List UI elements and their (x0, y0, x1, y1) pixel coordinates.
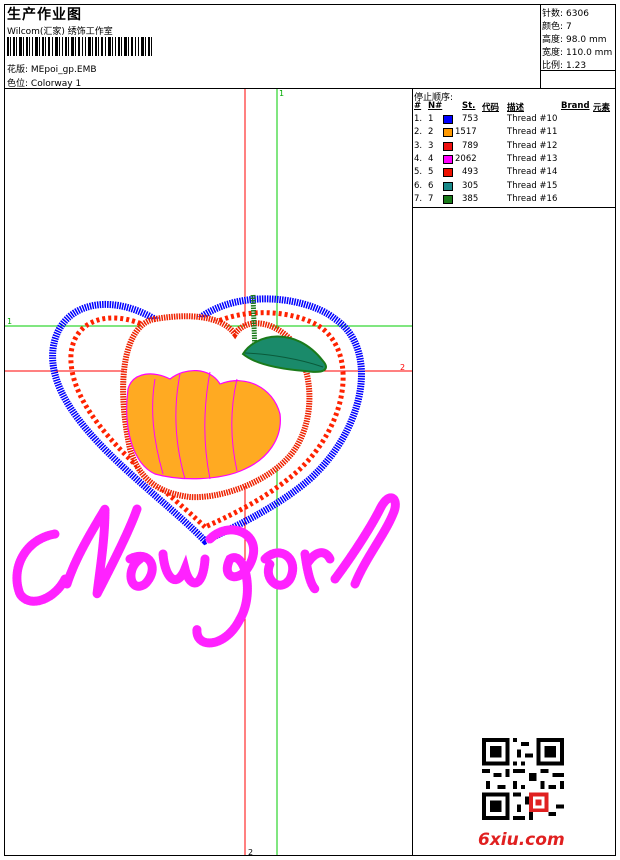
thread-swatch (443, 154, 453, 164)
guide-marker-right: 2 (400, 363, 405, 372)
thread-swatch (443, 194, 453, 204)
thread-swatch (443, 168, 453, 178)
table-row: 3. 3 789 Thread #12 (414, 140, 558, 151)
info-height: 高度: 98.0 mm (542, 35, 607, 45)
table-row: 4. 4 2062 Thread #13 (414, 153, 558, 164)
guide-marker-bottom: 2 (248, 848, 253, 855)
thread-swatch (443, 115, 453, 124)
thread-swatch (443, 141, 453, 151)
table-row: 1. 1 753 Thread #10 (414, 114, 558, 124)
info-divider (540, 4, 541, 88)
table-row: 6. 6 305 Thread #15 (414, 180, 558, 191)
thread-swatch (443, 128, 453, 138)
info-width: 宽度: 110.0 mm (542, 48, 613, 58)
design-file: 花版: MEpoi_gp.EMB (7, 65, 97, 75)
design-canvas: 1 1 2 2 (5, 89, 412, 855)
watermark-logo: 6xiu.com (478, 830, 565, 850)
table-header: # N# St. 代码 描述 Brand 元素 (414, 101, 611, 113)
newpoi-lettering (12, 492, 400, 648)
table-bottom-rule (412, 207, 616, 208)
studio-name: Wilcom(汇家) 绣饰工作室 (7, 27, 113, 37)
table-row: 7. 7 385 Thread #16 (414, 193, 558, 204)
table-row: 5. 5 493 Thread #14 (414, 167, 558, 178)
info-stitches: 针数: 6306 (542, 9, 589, 19)
qr-code-image (482, 738, 564, 820)
guide-marker-top: 1 (279, 89, 284, 98)
table-row: 2. 2 1517 Thread #11 (414, 127, 558, 138)
info-scale: 比例: 1.23 (542, 61, 587, 71)
apple-embroidery (120, 294, 327, 501)
info-colors: 颜色: 7 (542, 22, 572, 32)
barcode-image (7, 37, 152, 56)
page-title: 生产作业图 (7, 7, 82, 23)
thread-swatch (443, 181, 453, 191)
guide-marker-left: 1 (7, 317, 12, 326)
